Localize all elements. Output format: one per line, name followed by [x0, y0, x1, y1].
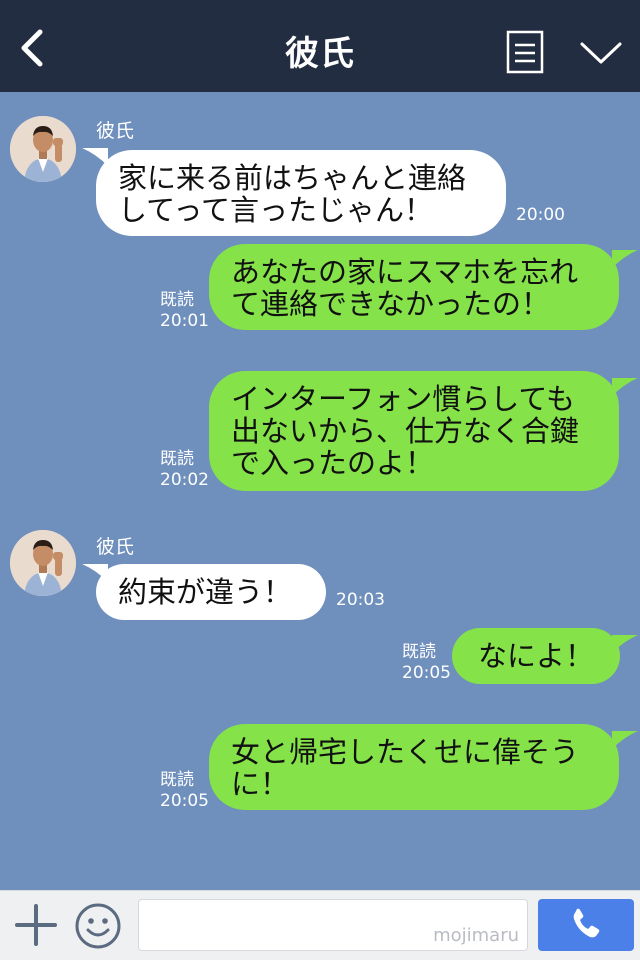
message-bubble-outgoing[interactable]: あなたの家にスマホを忘れ て連絡できなかったの！: [209, 244, 619, 330]
document-menu-icon[interactable]: [506, 30, 544, 74]
message-bubble-outgoing[interactable]: 女と帰宅したくせに偉そう に！: [209, 724, 619, 810]
read-status: 既読 20:02: [160, 449, 209, 491]
message-input[interactable]: mojimaru: [138, 899, 528, 951]
chat-title: 彼氏: [285, 34, 355, 74]
call-button[interactable]: [538, 899, 634, 951]
bubble-tail: [612, 378, 638, 396]
read-label: 既読: [160, 449, 194, 469]
avatar[interactable]: [10, 530, 76, 596]
read-status: 既読 20:05: [160, 770, 209, 812]
message-time: 20:03: [336, 590, 385, 610]
message-bubble-outgoing[interactable]: なによ！: [452, 628, 620, 684]
read-label: 既読: [160, 770, 194, 790]
plus-icon[interactable]: [14, 903, 58, 947]
avatar[interactable]: [10, 116, 76, 182]
phone-icon: [573, 908, 600, 938]
message-time: 20:01: [160, 311, 209, 331]
message-time: 20:02: [160, 470, 209, 490]
message-time: 20:05: [402, 663, 451, 683]
sender-name: 彼氏: [96, 120, 135, 142]
read-status: 既読 20:01: [160, 290, 209, 332]
watermark-text: mojimaru: [433, 925, 519, 946]
read-label: 既読: [402, 642, 436, 662]
sender-name: 彼氏: [96, 536, 135, 558]
read-status: 既読 20:05: [402, 642, 451, 684]
bubble-tail: [612, 250, 638, 268]
message-list[interactable]: 彼氏 家に来る前はちゃんと連絡 してって言ったじゃん！ 20:00 既読 20:…: [0, 92, 640, 890]
chevron-down-icon[interactable]: [578, 38, 624, 68]
smiley-icon[interactable]: [74, 902, 122, 950]
message-bubble-incoming[interactable]: 家に来る前はちゃんと連絡 してって言ったじゃん！: [96, 150, 506, 236]
message-time: 20:00: [516, 205, 565, 225]
read-label: 既読: [160, 290, 194, 310]
chat-header: 彼氏: [0, 0, 640, 92]
message-bubble-incoming[interactable]: 約束が違う！: [96, 564, 326, 620]
message-time: 20:05: [160, 791, 209, 811]
bubble-tail: [612, 635, 638, 653]
message-input-bar: mojimaru: [0, 890, 640, 960]
message-bubble-outgoing[interactable]: インターフォン慣らしても 出ないから、仕方なく合鍵 で入ったのよ！: [209, 371, 619, 491]
bubble-tail: [612, 731, 638, 749]
